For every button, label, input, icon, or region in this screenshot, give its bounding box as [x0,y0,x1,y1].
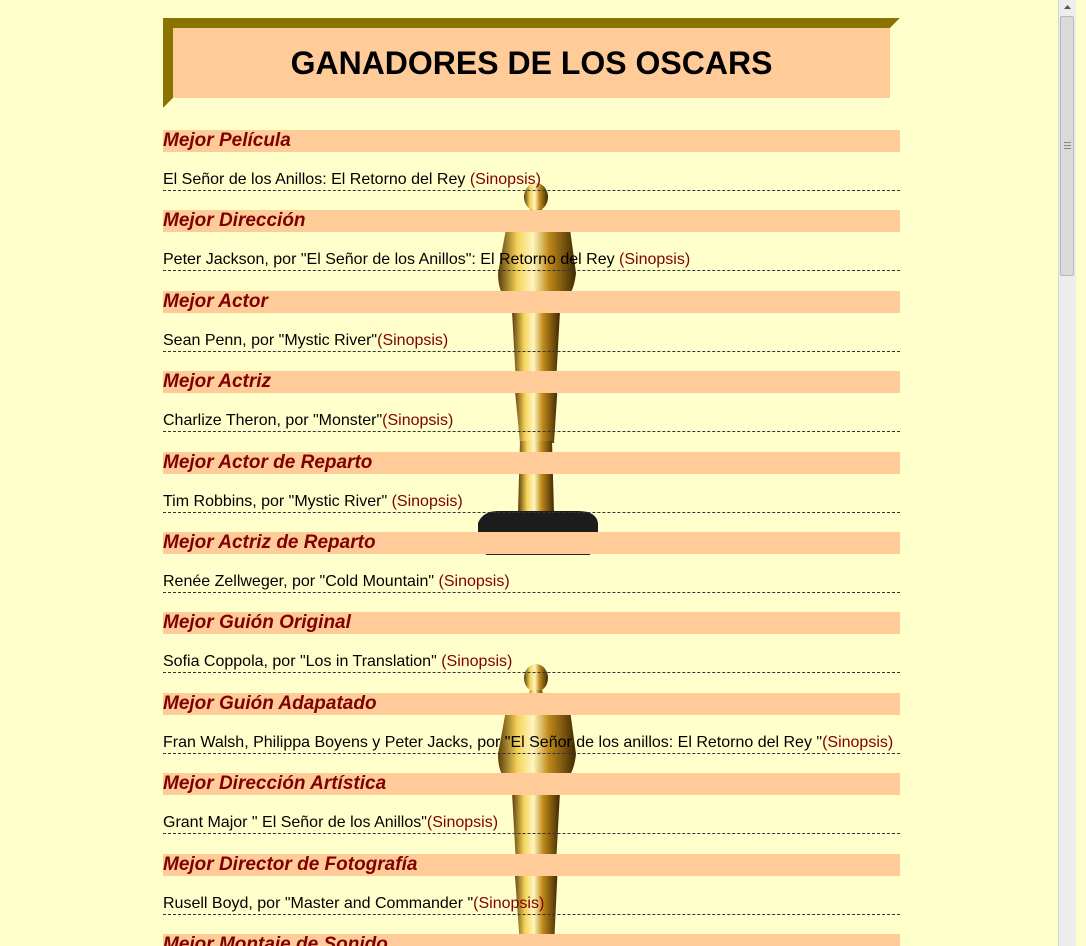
winner-text: El Señor de los Anillos: El Retorno del … [163,171,470,188]
category-winner: Rusell Boyd, por "Master and Commander "… [163,893,900,915]
category-block: Mejor Película El Señor de los Anillos: … [163,130,900,191]
category-block: Mejor Actor de Reparto Tim Robbins, por … [163,452,900,513]
sinopsis-link[interactable]: (Sinopsis) [377,332,448,349]
category-heading: Mejor Actor [163,291,900,313]
category-winner: Charlize Theron, por "Monster"(Sinopsis) [163,410,900,432]
vertical-scrollbar[interactable] [1058,0,1076,946]
sinopsis-link[interactable]: (Sinopsis) [392,493,463,510]
winner-text: Tim Robbins, por "Mystic River" [163,493,392,510]
category-winner: Grant Major " El Señor de los Anillos"(S… [163,812,900,834]
category-block: Mejor Director de Fotografía Rusell Boyd… [163,854,900,915]
category-winner: Peter Jackson, por "El Señor de los Anil… [163,249,900,271]
category-block: Mejor Guión Original Sofia Coppola, por … [163,612,900,673]
grip-line [1064,142,1071,143]
sinopsis-link[interactable]: (Sinopsis) [822,734,893,751]
category-winner: El Señor de los Anillos: El Retorno del … [163,169,900,191]
category-block: Mejor Montaje de Sonido [163,934,900,946]
category-winner: Sofia Coppola, por "Los in Translation" … [163,651,900,673]
category-block: Mejor Actriz de Reparto Renée Zellweger,… [163,532,900,593]
sinopsis-link[interactable]: (Sinopsis) [427,814,498,831]
category-heading: Mejor Guión Adapatado [163,693,900,715]
winner-text: Peter Jackson, por "El Señor de los Anil… [163,251,620,268]
sinopsis-link[interactable]: (Sinopsis) [441,653,512,670]
winner-text: Fran Walsh, Philippa Boyens y Peter Jack… [163,734,823,751]
category-heading: Mejor Montaje de Sonido [163,934,900,946]
category-block: Mejor Guión Adapatado Fran Walsh, Philip… [163,693,900,754]
winner-text: Charlize Theron, por "Monster" [163,412,383,429]
winner-text: Rusell Boyd, por "Master and Commander " [163,895,474,912]
category-heading: Mejor Director de Fotografía [163,854,900,876]
grip-line [1064,145,1071,146]
category-winner: Sean Penn, por "Mystic River"(Sinopsis) [163,330,900,352]
sinopsis-link[interactable]: (Sinopsis) [473,895,544,912]
sinopsis-link[interactable]: (Sinopsis) [619,251,690,268]
scroll-up-arrow-icon[interactable] [1059,0,1076,14]
category-block: Mejor Actriz Charlize Theron, por "Monst… [163,371,900,432]
category-heading: Mejor Dirección Artística [163,773,900,795]
category-winner: Renée Zellweger, por "Cold Mountain" (Si… [163,571,900,593]
sinopsis-link[interactable]: (Sinopsis) [382,412,453,429]
category-winner: Tim Robbins, por "Mystic River" (Sinopsi… [163,491,900,513]
category-block: Mejor Dirección Artística Grant Major " … [163,773,900,834]
scrollbar-thumb[interactable] [1060,16,1074,276]
category-heading: Mejor Actor de Reparto [163,452,900,474]
category-heading: Mejor Dirección [163,210,900,232]
sinopsis-link[interactable]: (Sinopsis) [439,573,510,590]
winner-text: Sofia Coppola, por "Los in Translation" [163,653,442,670]
winner-text: Renée Zellweger, por "Cold Mountain" [163,573,439,590]
winner-text: Sean Penn, por "Mystic River" [163,332,378,349]
page-content: GANADORES DE LOS OSCARS Mejor Película E… [163,0,900,946]
sinopsis-link[interactable]: (Sinopsis) [470,171,541,188]
category-heading: Mejor Actriz [163,371,900,393]
category-heading: Mejor Actriz de Reparto [163,532,900,554]
grip-line [1064,148,1071,149]
title-banner: GANADORES DE LOS OSCARS [163,18,900,108]
winner-text: Grant Major " El Señor de los Anillos" [163,814,427,831]
page-title: GANADORES DE LOS OSCARS [290,44,773,81]
window-edge [1076,0,1086,946]
category-winner: Fran Walsh, Philippa Boyens y Peter Jack… [163,732,900,754]
category-block: Mejor Actor Sean Penn, por "Mystic River… [163,291,900,352]
category-heading: Mejor Guión Original [163,612,900,634]
category-heading: Mejor Película [163,130,900,152]
category-block: Mejor Dirección Peter Jackson, por "El S… [163,210,900,271]
